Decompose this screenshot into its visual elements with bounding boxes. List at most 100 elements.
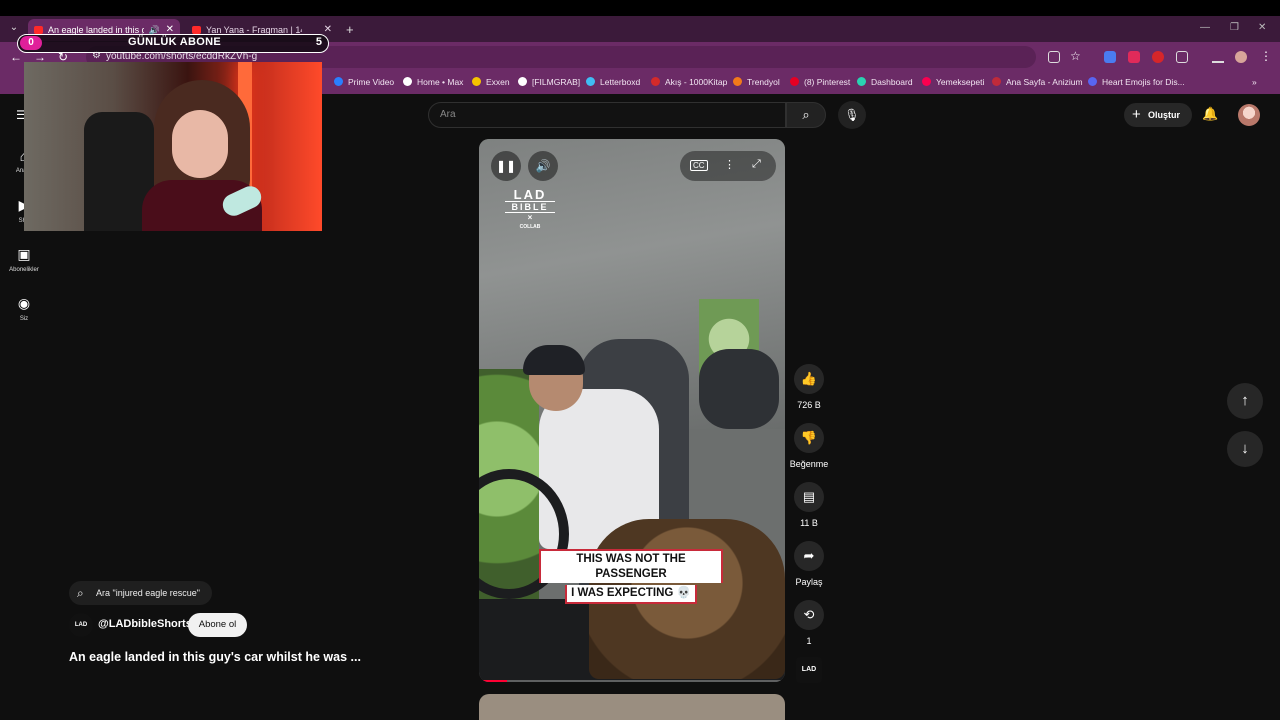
translate-extension-icon[interactable] <box>1104 51 1116 63</box>
bookmark-favicon-icon <box>518 77 527 86</box>
account-avatar[interactable] <box>1238 104 1260 126</box>
media-controls-icon[interactable] <box>1212 51 1224 63</box>
bookmark-item[interactable]: Yemeksepeti <box>922 77 984 87</box>
logo-line-2: BIBLE <box>505 201 555 213</box>
volume-icon: 🔊 <box>535 159 551 173</box>
daily-subscriber-goal: 0 GÜNLÜK ABONE 5 <box>17 34 329 53</box>
volume-button[interactable]: 🔊 <box>528 151 558 181</box>
bookmark-favicon-icon <box>1088 77 1097 86</box>
streamer-face <box>172 110 228 178</box>
voice-search-button[interactable]: 🎙 <box>838 101 866 129</box>
bookmark-star-icon[interactable]: ☆ <box>1070 49 1081 63</box>
bookmark-favicon-icon <box>857 77 866 86</box>
thumbs-down-icon: 👎 <box>794 423 824 453</box>
goal-label: GÜNLÜK ABONE <box>128 36 222 48</box>
captions-icon[interactable]: CC <box>690 160 708 171</box>
bookmark-favicon-icon <box>733 77 742 86</box>
bookmark-item[interactable]: Prime Video <box>334 77 394 87</box>
logo-line-1: LAD <box>513 187 547 202</box>
plus-icon: + <box>1132 106 1141 123</box>
pause-button[interactable]: ❚❚ <box>491 151 521 181</box>
search-input[interactable]: Ara <box>428 102 786 128</box>
bookmark-item[interactable]: Home • Max <box>403 77 463 87</box>
bookmark-item[interactable]: Letterboxd <box>586 77 640 87</box>
logo-line-3: × <box>527 213 533 222</box>
adblock-extension-icon[interactable] <box>1152 51 1164 63</box>
bookmark-favicon-icon <box>992 77 1001 86</box>
bookmark-favicon-icon <box>790 77 799 86</box>
passenger-headrest <box>699 349 779 429</box>
arrow-up-icon: ↑ <box>1241 392 1249 409</box>
bookmark-item[interactable]: Exxen <box>472 77 510 87</box>
extension-icon[interactable] <box>1128 51 1140 63</box>
bookmark-favicon-icon <box>586 77 595 86</box>
more-options-icon[interactable]: ⋮ <box>724 158 735 171</box>
tab-search-chevron-icon[interactable]: ⌄ <box>6 20 22 36</box>
nav-subscriptions[interactable]: ▣ Abonelikler <box>0 246 48 273</box>
bookmark-item[interactable]: Ana Sayfa - Anizium <box>992 77 1083 87</box>
short-video-player[interactable]: ❚❚ 🔊 CC ⋮ ⤢ LAD BIBLE × COLLAB THIS WAS … <box>479 139 785 682</box>
bookmark-item[interactable]: Akış - 1000Kitap <box>651 77 727 87</box>
share-icon: ➦ <box>794 541 824 571</box>
browser-menu-icon[interactable]: ⋮ <box>1260 49 1272 63</box>
back-icon[interactable]: ← <box>10 50 22 64</box>
channel-thumbnail[interactable]: LAD <box>796 657 822 683</box>
remix-button[interactable]: ⟲ 1 <box>789 600 829 646</box>
share-label: Paylaş <box>795 577 823 587</box>
bookmark-label: Ana Sayfa - Anizium <box>1006 77 1083 87</box>
subscribe-button[interactable]: Abone ol <box>188 613 247 637</box>
restore-icon[interactable]: ❐ <box>1230 22 1239 33</box>
bookmark-item[interactable]: Dashboard <box>857 77 913 87</box>
arrow-down-icon: ↓ <box>1241 440 1249 457</box>
thumbs-up-icon: 👍 <box>794 364 824 394</box>
new-tab-button[interactable]: + <box>346 19 354 41</box>
bookmark-label: Letterboxd <box>600 77 641 87</box>
bookmark-item[interactable]: [FILMGRAB] <box>518 77 580 87</box>
dislike-button[interactable]: 👎 Beğenme <box>789 423 829 469</box>
remix-icon: ⟲ <box>794 600 824 630</box>
more-bookmarks-icon[interactable]: » <box>1252 77 1257 87</box>
extensions-puzzle-icon[interactable] <box>1176 51 1188 63</box>
channel-avatar[interactable]: LAD <box>69 613 93 637</box>
minimize-icon[interactable]: — <box>1200 22 1210 33</box>
previous-short-button[interactable]: ↑ <box>1227 383 1263 419</box>
next-short-preview[interactable] <box>479 694 785 720</box>
search-icon: ⌕ <box>77 586 84 600</box>
bookmark-label: Heart Emojis for Dis... <box>1102 77 1185 87</box>
related-search-chip[interactable]: ⌕ Ara "injured eagle rescue" <box>69 581 212 605</box>
bookmark-favicon-icon <box>403 77 412 86</box>
search-button[interactable]: ⌕ <box>786 102 826 128</box>
bookmark-item[interactable]: Heart Emojis for Dis... <box>1088 77 1185 87</box>
video-title[interactable]: An eagle landed in this guy's car whilst… <box>69 650 361 664</box>
install-app-icon[interactable] <box>1048 51 1060 63</box>
remix-count: 1 <box>806 636 812 646</box>
share-button[interactable]: ➦ Paylaş <box>789 541 829 587</box>
goal-target: 5 <box>315 36 322 48</box>
nav-label: Abonelikler <box>9 267 39 273</box>
comments-button[interactable]: ▤ 11 B <box>789 482 829 528</box>
app-root: ⌄ An eagle landed in this guy's car 🔊 ✕ … <box>0 0 1280 720</box>
next-short-button[interactable]: ↓ <box>1227 431 1263 467</box>
like-button[interactable]: 👍 726 B <box>789 364 829 410</box>
nav-you[interactable]: ◉ Siz <box>0 295 48 322</box>
caption-line-1: THIS WAS NOT THE PASSENGER <box>539 549 723 583</box>
fullscreen-icon[interactable]: ⤢ <box>752 158 761 171</box>
close-window-icon[interactable]: ✕ <box>1258 22 1266 33</box>
create-button[interactable]: + Oluştur <box>1124 103 1192 127</box>
notifications-bell-icon[interactable]: 🔔 <box>1202 106 1218 122</box>
logo-line-4: COLLAB <box>519 224 541 230</box>
bookmark-item[interactable]: (8) Pinterest <box>790 77 850 87</box>
channel-name[interactable]: @LADbibleShorts <box>98 618 192 630</box>
progress-bar[interactable] <box>479 680 785 682</box>
bookmark-label: Home • Max <box>417 77 464 87</box>
bookmark-favicon-icon <box>651 77 660 86</box>
bookmark-label: (8) Pinterest <box>804 77 851 87</box>
youtube-favicon-icon <box>192 26 201 34</box>
bookmark-label: Dashboard <box>871 77 913 87</box>
progress-fill <box>479 680 507 682</box>
profile-icon[interactable] <box>1235 51 1247 63</box>
screen-top-bar <box>0 0 1280 16</box>
nav-label: Siz <box>19 316 29 322</box>
bookmark-item[interactable]: Trendyol <box>733 77 780 87</box>
bookmark-favicon-icon <box>334 77 343 86</box>
